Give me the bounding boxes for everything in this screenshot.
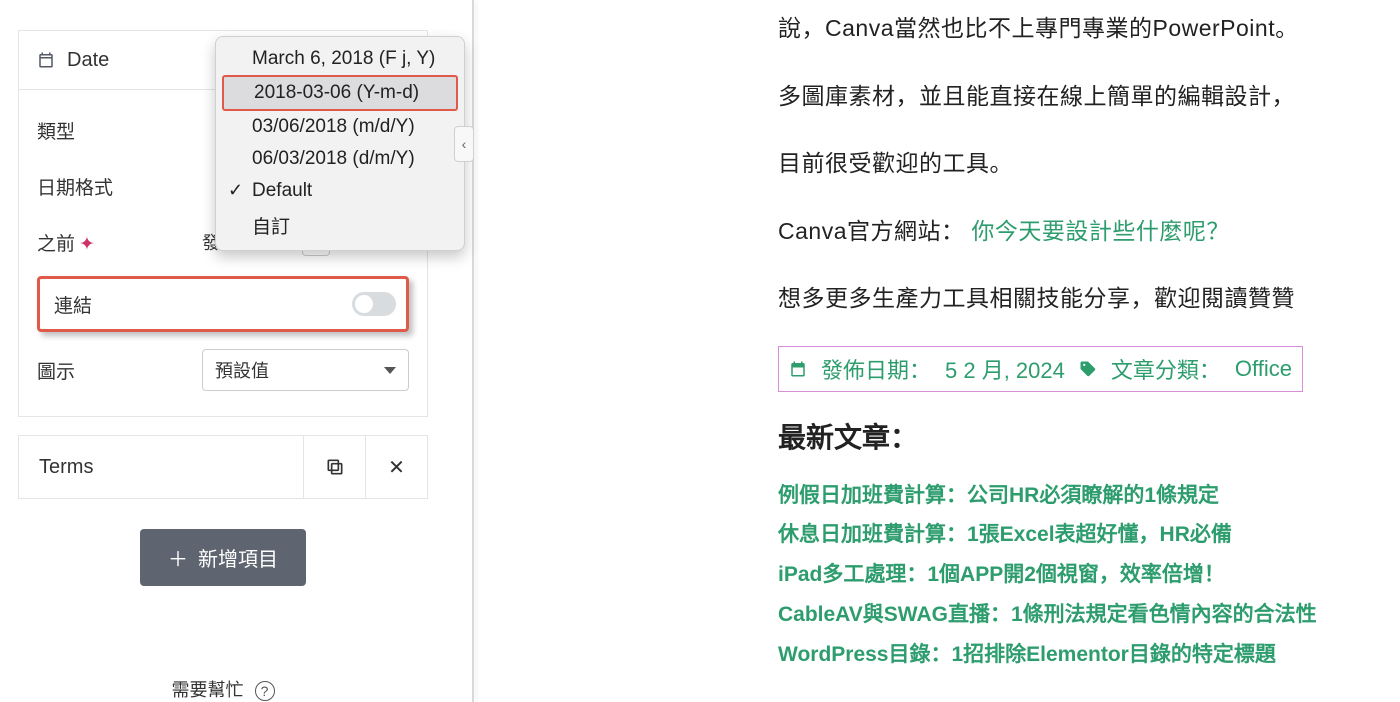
meta-date-value: 5 2 月, 2024 — [945, 353, 1065, 385]
pane-divider[interactable] — [472, 0, 474, 702]
paragraph: 多圖庫素材，並且能直接在線上簡單的編輯設計， — [778, 68, 1400, 126]
post-meta: 發佈日期： 5 2 月, 2024 文章分類： Office — [778, 346, 1303, 392]
ai-sparkle-icon: ✦ — [79, 234, 95, 255]
date-format-label: 日期格式 — [37, 173, 202, 200]
list-item[interactable]: iPad多工處理：1個APP開2個視窗，效率倍增！ — [778, 555, 1400, 595]
terms-panel-header[interactable]: Terms ✕ — [18, 435, 428, 499]
date-option-4[interactable]: Default — [216, 175, 464, 207]
paragraph: Canva官方網站： 你今天要設計些什麼呢？ — [778, 203, 1400, 261]
icon-select-value: 預設值 — [215, 357, 269, 383]
date-option-2[interactable]: 03/06/2018 (m/d/Y) — [216, 111, 464, 143]
meta-cat-label: 文章分類： — [1111, 353, 1221, 385]
list-item[interactable]: WordPress目錄：1招排除Elementor目錄的特定標題 — [778, 635, 1400, 675]
date-option-0[interactable]: March 6, 2018 (F j, Y) — [216, 43, 464, 75]
meta-category-link[interactable]: Office — [1235, 356, 1292, 382]
article-preview: 說，Canva當然也比不上專門專業的PowerPoint。 多圖庫素材，並且能直… — [778, 0, 1400, 675]
type-label: 類型 — [37, 117, 202, 144]
date-format-dropdown: March 6, 2018 (F j, Y) 2018-03-06 (Y-m-d… — [215, 36, 465, 251]
plus-icon: ＋ — [168, 543, 188, 572]
meta-date-label: 發佈日期： — [821, 353, 931, 385]
calendar-icon — [37, 51, 55, 69]
date-option-3[interactable]: 06/03/2018 (d/m/Y) — [216, 143, 464, 175]
paragraph: 說，Canva當然也比不上專門專業的PowerPoint。 — [778, 0, 1400, 58]
panel-title: Date — [67, 49, 109, 72]
latest-list: 例假日加班費計算：公司HR必須瞭解的1條規定 休息日加班費計算：1張Excel表… — [778, 476, 1400, 675]
link-toggle[interactable] — [352, 292, 396, 316]
help-icon: ? — [255, 681, 275, 701]
icon-label: 圖示 — [37, 357, 202, 384]
paragraph: 想多更多生產力工具相關技能分享，歡迎閱讀贊贊 — [778, 270, 1400, 328]
latest-heading: 最新文章： — [778, 416, 1400, 456]
link-row: 連結 — [37, 276, 409, 332]
date-option-5[interactable]: 自訂 — [216, 207, 464, 244]
duplicate-button[interactable] — [303, 436, 365, 498]
date-option-1[interactable]: 2018-03-06 (Y-m-d) — [222, 75, 458, 111]
need-help-link[interactable]: 需要幫忙 ? — [18, 676, 428, 702]
icon-row: 圖示 預設值 — [37, 342, 409, 398]
list-item[interactable]: 休息日加班費計算：1張Excel表超好懂，HR必備 — [778, 515, 1400, 555]
add-item-button[interactable]: ＋ 新增項目 — [140, 529, 306, 586]
tag-icon — [1079, 360, 1097, 378]
paragraph: 目前很受歡迎的工具。 — [778, 135, 1400, 193]
before-label: 之前✦ — [37, 229, 202, 256]
remove-button[interactable]: ✕ — [365, 436, 427, 498]
list-item[interactable]: CableAV與SWAG直播：1條刑法規定看色情內容的合法性 — [778, 595, 1400, 635]
terms-label: Terms — [19, 456, 303, 479]
link-label: 連結 — [54, 291, 352, 318]
canva-link[interactable]: 你今天要設計些什麼呢？ — [971, 218, 1230, 244]
list-item[interactable]: 例假日加班費計算：公司HR必須瞭解的1條規定 — [778, 476, 1400, 516]
add-item-label: 新增項目 — [198, 543, 278, 572]
panel-collapse-handle[interactable]: ‹ — [454, 126, 474, 162]
icon-select[interactable]: 預設值 — [202, 349, 409, 391]
calendar-icon — [789, 360, 807, 378]
chevron-down-icon — [384, 367, 396, 374]
